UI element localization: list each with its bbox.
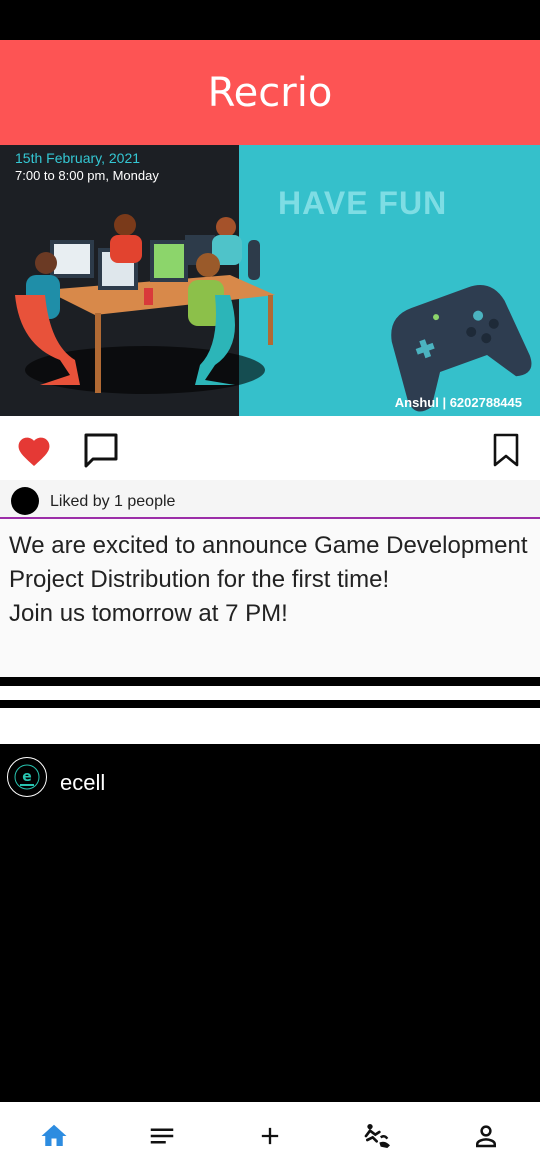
status-bar xyxy=(0,0,540,40)
svg-text:e: e xyxy=(22,769,32,785)
caption-line: Join us tomorrow at 7 PM! xyxy=(9,600,288,627)
caption-line: Project Distribution for the first time! xyxy=(9,566,390,593)
post-divider xyxy=(0,708,540,744)
nav-add[interactable] xyxy=(240,1106,300,1166)
app-title: Recrio xyxy=(207,69,333,116)
liker-avatar xyxy=(11,487,39,515)
bottom-nav xyxy=(0,1102,540,1170)
caption-line: We are excited to announce Game Developm… xyxy=(9,532,528,559)
post-caption: We are excited to announce Game Developm… xyxy=(0,519,540,677)
likes-text: Liked by 1 people xyxy=(50,493,176,510)
user-avatar[interactable]: e xyxy=(7,757,47,797)
nav-home[interactable] xyxy=(24,1106,84,1166)
banner-illustration xyxy=(15,214,532,412)
bookmark-icon xyxy=(493,433,519,467)
heart-icon xyxy=(18,437,50,466)
post-divider xyxy=(0,686,540,700)
ecell-logo-icon: e xyxy=(14,764,40,790)
post-image[interactable]: 15th February, 2021 7:00 to 8:00 pm, Mon… xyxy=(0,145,540,416)
comment-icon xyxy=(84,433,118,468)
username[interactable]: ecell xyxy=(60,770,105,796)
comment-button[interactable] xyxy=(80,430,122,472)
save-button[interactable] xyxy=(488,430,524,470)
like-button[interactable] xyxy=(12,430,56,470)
likes-row[interactable]: Liked by 1 people xyxy=(0,480,540,519)
post-actions xyxy=(0,416,540,480)
feed-icon xyxy=(150,1128,174,1144)
banner-credit: Anshul | 6202788445 xyxy=(394,395,522,410)
connections-icon xyxy=(364,1124,390,1148)
add-icon xyxy=(261,1127,279,1145)
post-card[interactable]: e ecell xyxy=(0,744,540,1102)
banner-headline: HAVE FUN xyxy=(278,185,448,221)
profile-icon xyxy=(476,1125,496,1148)
banner-date: 15th February, 2021 xyxy=(15,150,141,166)
nav-connections[interactable] xyxy=(348,1106,408,1166)
banner-time: 7:00 to 8:00 pm, Monday xyxy=(15,168,159,183)
nav-feed[interactable] xyxy=(132,1106,192,1166)
home-icon xyxy=(41,1124,67,1146)
app-header: Recrio xyxy=(0,40,540,145)
nav-profile[interactable] xyxy=(456,1106,516,1166)
